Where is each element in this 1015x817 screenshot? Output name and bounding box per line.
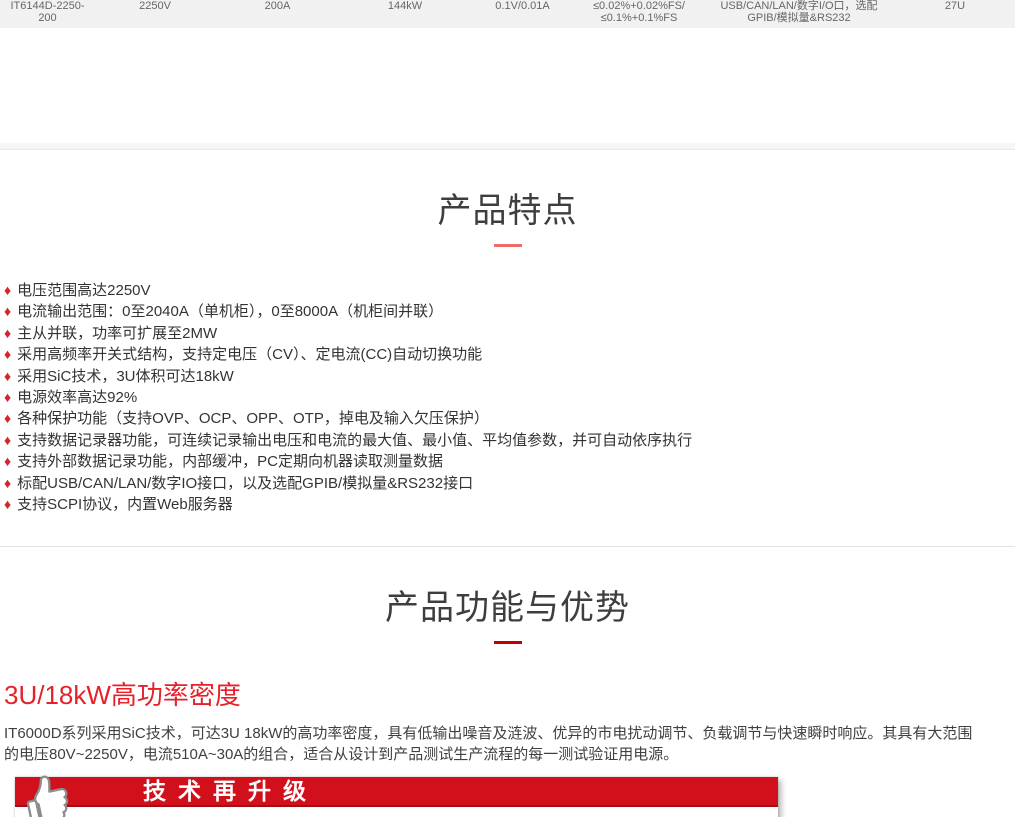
spec-cell-accuracy: ≤0.02%+0.02%FS/≤0.1%+0.1%FS [575,0,703,24]
diamond-bullet-icon: ♦ [4,496,11,512]
tech-upgrade-banner: 技术再升级 [15,777,778,807]
feature-item: ♦ 支持外部数据记录功能，内部缓冲，PC定期向机器读取测量数据 [4,451,1015,472]
diamond-bullet-icon: ♦ [4,453,11,469]
diamond-bullet-icon: ♦ [4,346,11,362]
diamond-bullet-icon: ♦ [4,303,11,319]
feature-item: ♦ 各种保护功能（支持OVP、OCP、OPP、OTP，掉电及输入欠压保护） [4,408,1015,429]
product-page: IT6144D-2250-200 2250V 200A 144kW 0.1V/0… [0,0,1015,817]
feature-item: ♦ 电压范围高达2250V [4,280,1015,301]
feature-item-text: 采用高频率开关式结构，支持定电压（CV）、定电流(CC)自动切换功能 [17,346,482,363]
spec-cell-resolution: 0.1V/0.01A [470,0,575,12]
section-divider-strip [0,143,1015,150]
spec-cell-current: 200A [215,0,340,12]
top-whitespace [0,28,1015,143]
features-title: 产品特点 [0,150,1015,232]
feature-item-text: 标配USB/CAN/LAN/数字IO接口，以及选配GPIB/模拟量&RS232接… [17,475,473,492]
feature-item-text: 电压范围高达2250V [17,282,150,299]
feature-item-text: 电源效率高达92% [17,389,137,406]
feature-list: ♦ 电压范围高达2250V ♦ 电流输出范围：0至2040A（单机柜），0至8000… [0,280,1015,515]
diamond-bullet-icon: ♦ [4,368,11,384]
feature-item-text: 电流输出范围：0至2040A（单机柜），0至8000A（机柜间并联） [17,303,443,320]
diamond-bullet-icon: ♦ [4,475,11,491]
spec-cell-height: 27U [895,0,1015,12]
diamond-bullet-icon: ♦ [4,325,11,341]
diamond-bullet-icon: ♦ [4,432,11,448]
features-section: 产品特点 ♦ 电压范围高达2250V ♦ 电流输出范围：0至2040A（单机柜），0… [0,150,1015,547]
diamond-bullet-icon: ♦ [4,282,11,298]
spec-cell-interfaces: USB/CAN/LAN/数字I/O口，选配GPIB/模拟量&RS232 [703,0,895,24]
feature-item-text: 支持数据记录器功能，可连续记录输出电压和电流的最大值、最小值、平均值参数，并可自… [17,432,692,449]
diamond-bullet-icon: ♦ [4,389,11,405]
features-title-underline [494,244,522,247]
feature-item: ♦ 采用SiC技术，3U体积可达18kW [4,366,1015,387]
feature-item-text: 支持外部数据记录功能，内部缓冲，PC定期向机器读取测量数据 [17,453,443,470]
advantages-title-underline [494,641,522,644]
feature-item: ♦ 采用高频率开关式结构，支持定电压（CV）、定电流(CC)自动切换功能 [4,344,1015,365]
power-density-paragraph: IT6000D系列采用SiC技术，可达3U 18kW的高功率密度，具有低输出噪音… [4,723,982,765]
feature-item-text: 主从并联，功率可扩展至2MW [17,325,217,342]
spec-table-row: IT6144D-2250-200 2250V 200A 144kW 0.1V/0… [0,0,1015,28]
feature-item: ♦ 电流输出范围：0至2040A（单机柜），0至8000A（机柜间并联） [4,301,1015,322]
feature-item: ♦ 支持数据记录器功能，可连续记录输出电压和电流的最大值、最小值、平均值参数，并可… [4,430,1015,451]
spec-cell-power: 144kW [340,0,470,12]
feature-item-text: 支持SCPI协议，内置Web服务器 [17,496,233,513]
power-density-heading: 3U/18kW高功率密度 [4,680,1015,710]
spec-cell-voltage: 2250V [95,0,215,12]
thumbs-up-icon [17,772,73,817]
feature-item: ♦ 标配USB/CAN/LAN/数字IO接口，以及选配GPIB/模拟量&RS232… [4,473,1015,494]
feature-item: ♦ 支持SCPI协议，内置Web服务器 [4,494,1015,515]
feature-item-text: 采用SiC技术，3U体积可达18kW [17,368,234,385]
feature-item: ♦ 电源效率高达92% [4,387,1015,408]
advantages-title: 产品功能与优势 [0,547,1015,629]
tech-upgrade-card: 技术再升级 传统电源15kW [15,777,778,817]
feature-item-text: 各种保护功能（支持OVP、OCP、OPP、OTP，掉电及输入欠压保护） [17,410,489,427]
diamond-bullet-icon: ♦ [4,410,11,426]
feature-item: ♦ 主从并联，功率可扩展至2MW [4,323,1015,344]
advantages-section: 产品功能与优势 3U/18kW高功率密度 IT6000D系列采用SiC技术，可达… [0,547,1015,817]
spec-cell-model: IT6144D-2250-200 [0,0,95,24]
